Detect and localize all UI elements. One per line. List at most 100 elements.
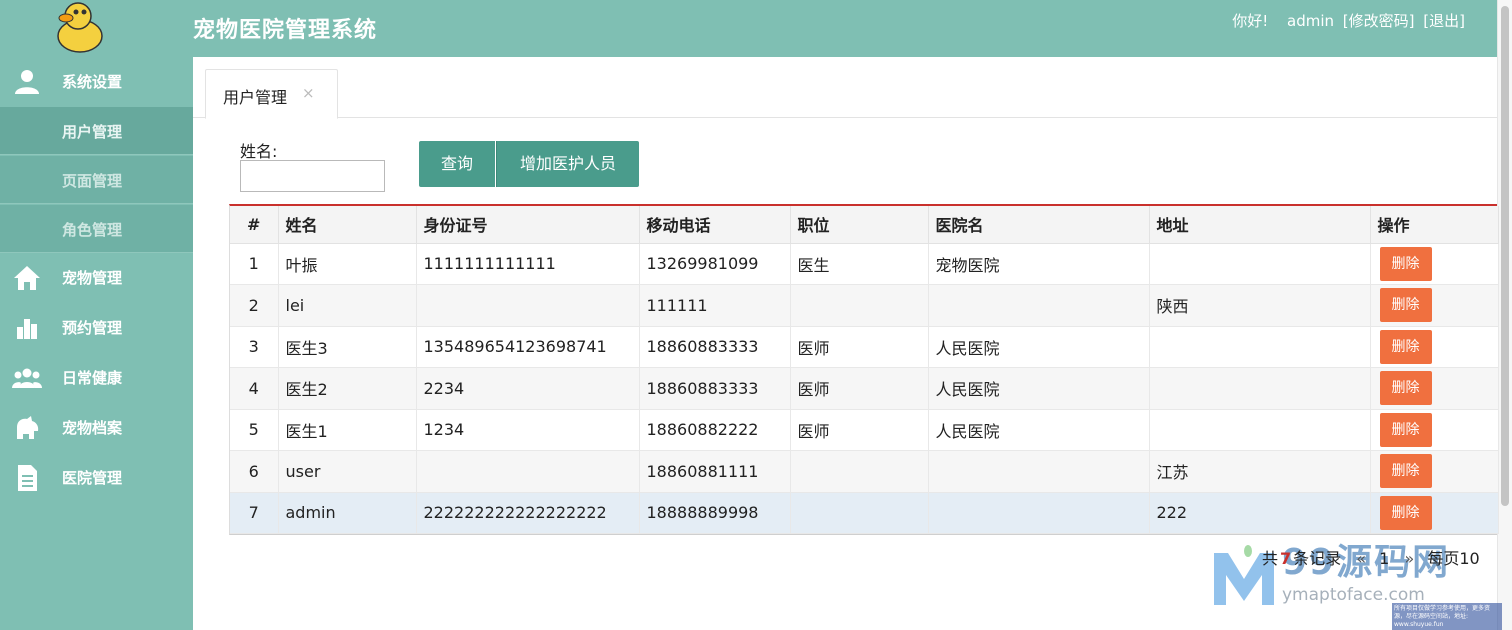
bar-chart-icon: [17, 319, 37, 339]
delete-button[interactable]: 删除: [1379, 329, 1432, 364]
document-icon: [18, 465, 37, 491]
sidebar-subitem-user-management[interactable]: 用户管理: [0, 107, 193, 155]
name-field-label: 姓名:: [240, 142, 278, 161]
add-staff-button[interactable]: 增加医护人员: [496, 141, 639, 187]
cell-address: 江苏: [1149, 450, 1371, 493]
pagination: 共 7 条记录 « 1 » 每页10: [1262, 545, 1482, 569]
cell-hospital: 人民医院: [928, 326, 1150, 368]
cell-id-card: [416, 450, 640, 493]
cell-index: 7: [230, 492, 279, 534]
table-row[interactable]: 5 医生1 1234 18860882222 医师 人民医院 删除: [230, 409, 1499, 451]
close-icon[interactable]: ×: [302, 84, 315, 102]
sidebar-item-hospital-management[interactable]: 医院管理: [0, 453, 193, 503]
sidebar: 系统设置 用户管理 页面管理 角色管理 宠物管理 预约管理 日常健康 宠物档案 …: [0, 57, 193, 630]
cell-index: 5: [230, 409, 279, 451]
column-header: 地址: [1149, 206, 1371, 244]
column-header: 操作: [1370, 206, 1499, 244]
sidebar-item-label: 日常健康: [62, 369, 123, 387]
pager-total: 7: [1280, 549, 1292, 568]
pager-prefix: 共: [1262, 549, 1279, 568]
group-icon: [12, 368, 42, 388]
column-header: 姓名: [278, 206, 417, 244]
cell-address: [1149, 326, 1371, 368]
cell-hospital: [928, 450, 1150, 493]
table-row[interactable]: 2 lei 111111 陕西 删除: [230, 284, 1499, 327]
cell-position: [790, 284, 929, 327]
cell-name: user: [278, 450, 417, 493]
cell-hospital: [928, 284, 1150, 327]
logout-link[interactable]: [退出]: [1423, 12, 1465, 30]
cell-position: [790, 492, 929, 534]
cell-index: 1: [230, 243, 279, 285]
sidebar-item-pet-records[interactable]: 宠物档案: [0, 403, 193, 453]
cell-id-card: 222222222222222222: [416, 492, 640, 534]
sidebar-item-appointment-management[interactable]: 预约管理: [0, 303, 193, 353]
cell-action: 删除: [1370, 284, 1499, 327]
delete-button[interactable]: 删除: [1379, 246, 1432, 281]
sidebar-item-label: 宠物管理: [62, 269, 123, 287]
page-number[interactable]: 1: [1379, 549, 1389, 568]
cell-index: 3: [230, 326, 279, 368]
tab-user-management[interactable]: 用户管理 ×: [205, 69, 338, 119]
sidebar-subitem-role-management[interactable]: 角色管理: [0, 205, 193, 253]
sidebar-subitem-label: 用户管理: [62, 123, 123, 141]
cell-hospital: [928, 492, 1150, 534]
cell-action: 删除: [1370, 409, 1499, 451]
cell-phone: 18860883333: [639, 326, 791, 368]
user-table: # 姓名 身份证号 移动电话 职位 医院名 地址 操作 1 叶振 1111111…: [229, 204, 1499, 535]
prev-page-button[interactable]: «: [1356, 549, 1366, 568]
column-header: 身份证号: [416, 206, 640, 244]
cell-name: lei: [278, 284, 417, 327]
cell-phone: 13269981099: [639, 243, 791, 285]
delete-button[interactable]: 删除: [1379, 412, 1432, 447]
query-button[interactable]: 查询: [419, 141, 495, 187]
sidebar-item-daily-health[interactable]: 日常健康: [0, 353, 193, 403]
cell-hospital: 人民医院: [928, 409, 1150, 451]
cell-id-card: 135489654123698741: [416, 326, 640, 368]
pet-icon: [17, 416, 39, 439]
cell-action: 删除: [1370, 243, 1499, 285]
cell-phone: 18860882222: [639, 409, 791, 451]
cell-id-card: 1111111111111: [416, 243, 640, 285]
table-row[interactable]: 6 user 18860881111 江苏 删除: [230, 450, 1499, 493]
cell-id-card: 2234: [416, 367, 640, 410]
per-page-selector[interactable]: 每页10: [1427, 549, 1479, 568]
sidebar-item-label: 医院管理: [62, 469, 123, 487]
cell-position: 医师: [790, 409, 929, 451]
next-page-button[interactable]: »: [1404, 549, 1414, 568]
cell-phone: 18888889998: [639, 492, 791, 534]
cell-address: [1149, 367, 1371, 410]
watermark: 99源码网 ymaptoface.com 所有项目仅做学习参考使用，更多资源，尽…: [1212, 525, 1502, 630]
cell-phone: 18860881111: [639, 450, 791, 493]
delete-button[interactable]: 删除: [1379, 371, 1432, 406]
delete-button[interactable]: 删除: [1379, 454, 1432, 489]
cell-id-card: [416, 284, 640, 327]
cell-name: admin: [278, 492, 417, 534]
cell-position: [790, 450, 929, 493]
table-row[interactable]: 4 医生2 2234 18860883333 医师 人民医院 删除: [230, 367, 1499, 410]
sidebar-item-label: 预约管理: [62, 319, 123, 337]
column-header: 医院名: [928, 206, 1150, 244]
name-search-input[interactable]: [240, 160, 385, 192]
sidebar-item-system-settings[interactable]: 系统设置: [0, 57, 193, 107]
cell-address: 陕西: [1149, 284, 1371, 327]
cell-name: 医生1: [278, 409, 417, 451]
change-password-link[interactable]: [修改密码]: [1343, 12, 1415, 30]
page-scrollbar[interactable]: [1497, 0, 1512, 630]
delete-button[interactable]: 删除: [1379, 288, 1432, 323]
greeting-text: 你好!: [1232, 12, 1269, 30]
sidebar-item-label: 系统设置: [62, 73, 123, 91]
table-row[interactable]: 1 叶振 1111111111111 13269981099 医生 宠物医院 删…: [230, 243, 1499, 285]
scrollbar-thumb[interactable]: [1501, 6, 1509, 506]
cell-position: 医师: [790, 326, 929, 368]
table-row[interactable]: 3 医生3 135489654123698741 18860883333 医师 …: [230, 326, 1499, 368]
duck-logo-icon: [57, 2, 103, 53]
cell-name: 医生2: [278, 367, 417, 410]
sidebar-subitem-page-management[interactable]: 页面管理: [0, 156, 193, 204]
cell-action: 删除: [1370, 450, 1499, 493]
sidebar-item-pet-management[interactable]: 宠物管理: [0, 253, 193, 303]
watermark-site: ymaptoface.com: [1282, 585, 1425, 605]
cell-phone: 18860883333: [639, 367, 791, 410]
column-header: 职位: [790, 206, 929, 244]
cell-address: [1149, 243, 1371, 285]
